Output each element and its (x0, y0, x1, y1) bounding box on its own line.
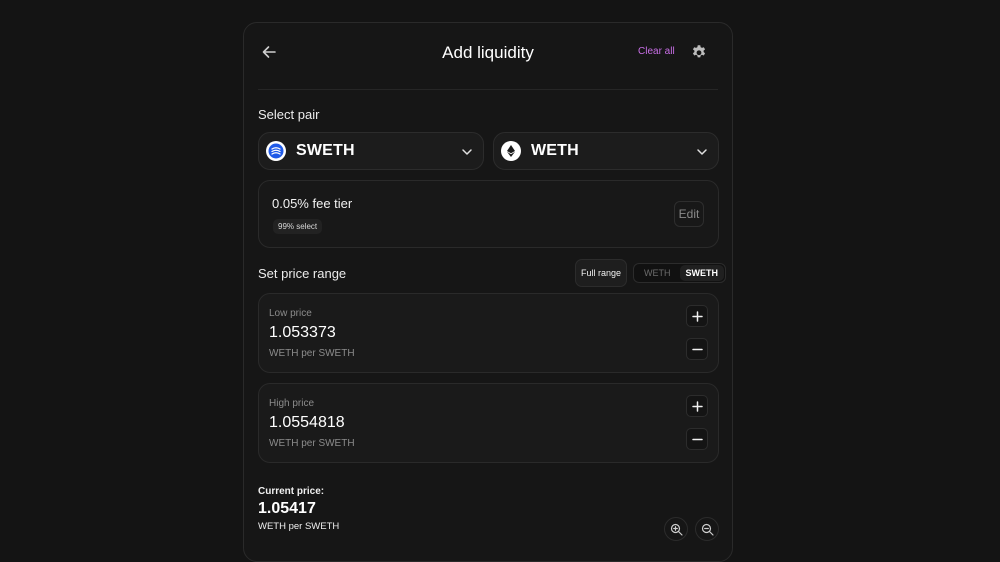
panel-header: Add liquidity Clear all (244, 23, 732, 89)
low-price-label: Low price (269, 308, 312, 319)
clear-all-button[interactable]: Clear all (638, 46, 675, 57)
settings-button[interactable] (690, 43, 708, 61)
add-liquidity-panel: Add liquidity Clear all Select pair SWET… (243, 22, 733, 562)
gear-icon (692, 45, 706, 58)
current-price-unit: WETH per SWETH (258, 521, 340, 532)
high-price-label: High price (269, 398, 315, 409)
token-b-select[interactable]: WETH (493, 132, 719, 170)
edit-fee-button[interactable]: Edit (674, 201, 704, 227)
token-a-symbol: SWETH (296, 142, 355, 159)
low-price-decrement-button[interactable] (686, 338, 708, 360)
high-price-increment-button[interactable] (686, 395, 708, 417)
zoom-out-button[interactable] (695, 517, 719, 541)
toggle-weth[interactable]: WETH (635, 265, 680, 281)
current-price-value: 1.05417 (258, 500, 316, 517)
denomination-toggle: WETH SWETH (633, 263, 726, 283)
chevron-down-icon (462, 149, 472, 155)
fee-tier-card: 0.05% fee tier 99% select Edit (258, 180, 719, 248)
toggle-sweth[interactable]: SWETH (679, 265, 724, 281)
plus-icon (691, 310, 703, 322)
header-divider (258, 89, 718, 90)
minus-icon (691, 348, 703, 350)
high-price-card: High price 1.0554818 WETH per SWETH (258, 383, 719, 463)
minus-icon (691, 438, 703, 440)
zoom-in-button[interactable] (664, 517, 688, 541)
token-b-symbol: WETH (531, 142, 579, 159)
fee-tier-label: 0.05% fee tier (272, 196, 353, 211)
chevron-down-icon (697, 149, 707, 155)
low-price-card: Low price 1.053373 WETH per SWETH (258, 293, 719, 373)
low-price-input[interactable]: 1.053373 (269, 324, 336, 342)
low-price-increment-button[interactable] (686, 305, 708, 327)
token-a-select[interactable]: SWETH (258, 132, 484, 170)
low-price-unit: WETH per SWETH (269, 348, 355, 359)
high-price-decrement-button[interactable] (686, 428, 708, 450)
eth-logo-icon (501, 141, 521, 161)
sweth-logo-icon (266, 141, 286, 161)
set-price-range-label: Set price range (258, 266, 347, 281)
current-price-label: Current price: (258, 486, 325, 497)
high-price-input[interactable]: 1.0554818 (269, 414, 345, 432)
zoom-out-icon (701, 523, 714, 536)
zoom-in-icon (670, 523, 683, 536)
full-range-button[interactable]: Full range (575, 259, 627, 287)
fee-select-badge: 99% select (273, 219, 323, 234)
high-price-unit: WETH per SWETH (269, 438, 355, 449)
plus-icon (691, 400, 703, 412)
select-pair-label: Select pair (258, 107, 320, 122)
